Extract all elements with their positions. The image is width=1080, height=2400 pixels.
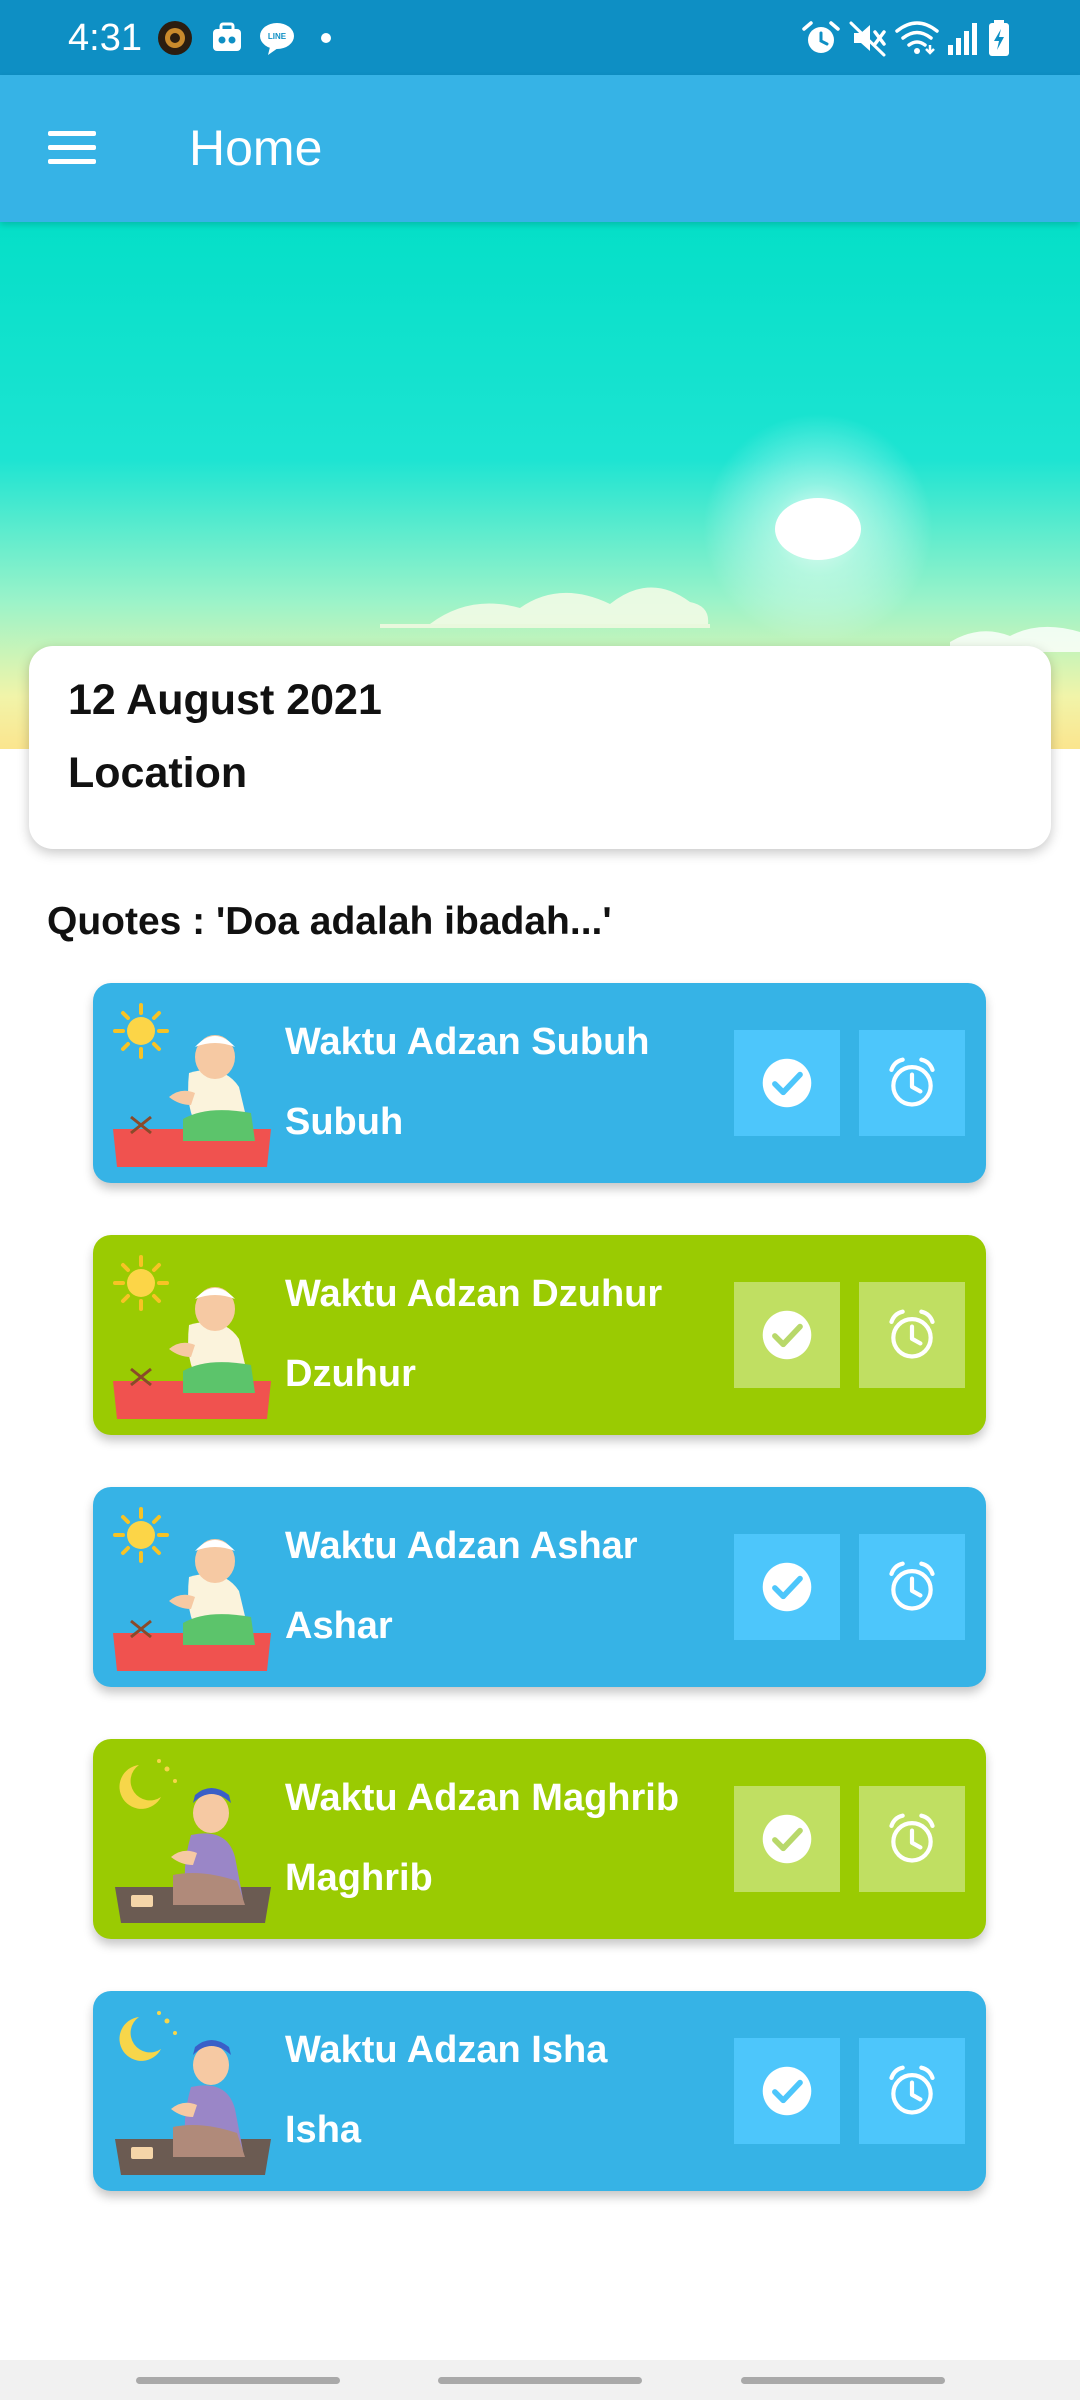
set-alarm-button[interactable]: [859, 1282, 965, 1388]
prayer-title: Waktu Adzan Isha: [285, 2029, 608, 2071]
mark-done-button[interactable]: [734, 2038, 840, 2144]
mark-done-button[interactable]: [734, 1786, 840, 1892]
camera-bag-icon: [213, 22, 241, 51]
day-prayer-icon: [111, 1001, 273, 1167]
alarm-clock-icon: [884, 1055, 940, 1111]
set-alarm-button[interactable]: [859, 2038, 965, 2144]
page-title: Home: [189, 120, 323, 176]
alarm-clock-icon: [884, 2063, 940, 2119]
nav-back-handle[interactable]: [741, 2377, 945, 2384]
wifi-icon: [895, 21, 939, 55]
location-label: Location: [68, 749, 248, 797]
prayer-card-isha[interactable]: Waktu Adzan Isha Isha: [93, 1991, 986, 2191]
prayer-title: Waktu Adzan Dzuhur: [285, 1273, 663, 1315]
prayer-name: Dzuhur: [285, 1353, 416, 1395]
current-date: 12 August 2021: [68, 676, 382, 724]
nav-recents-handle[interactable]: [136, 2377, 340, 2384]
prayer-name: Maghrib: [285, 1857, 433, 1899]
line-icon: LINE: [260, 23, 294, 55]
day-prayer-icon: [111, 1505, 273, 1671]
prayer-name: Subuh: [285, 1101, 404, 1143]
prayer-title: Waktu Adzan Maghrib: [285, 1777, 680, 1819]
set-alarm-button[interactable]: [859, 1786, 965, 1892]
mark-done-button[interactable]: [734, 1534, 840, 1640]
prayer-card-subuh[interactable]: Waktu Adzan Subuh Subuh: [93, 983, 986, 1183]
mark-done-button[interactable]: [734, 1282, 840, 1388]
check-circle-icon: [759, 1559, 815, 1615]
mute-icon: [849, 21, 886, 57]
night-prayer-icon: [111, 2009, 273, 2175]
dot-icon: [321, 33, 331, 43]
prayer-name: Ashar: [285, 1605, 393, 1647]
system-nav-bar: [0, 2360, 1080, 2400]
hamburger-menu-icon[interactable]: [46, 125, 98, 171]
alarm-clock-icon: [884, 1811, 940, 1867]
prayer-title: Waktu Adzan Subuh: [285, 1021, 650, 1063]
check-circle-icon: [759, 2063, 815, 2119]
set-alarm-button[interactable]: [859, 1030, 965, 1136]
quote-text: Quotes : 'Doa adalah ibadah...': [47, 900, 612, 943]
check-circle-icon: [759, 1307, 815, 1363]
svg-text:LINE: LINE: [268, 32, 287, 41]
prayer-name: Isha: [285, 2109, 362, 2151]
mark-done-button[interactable]: [734, 1030, 840, 1136]
alarm-clock-icon: [884, 1307, 940, 1363]
signal-icon: [948, 23, 977, 55]
alarm-icon: [802, 21, 840, 53]
check-circle-icon: [759, 1811, 815, 1867]
prayer-card-dzuhur[interactable]: Waktu Adzan Dzuhur Dzuhur: [93, 1235, 986, 1435]
app-logo-icon: [158, 21, 192, 55]
prayer-card-ashar[interactable]: Waktu Adzan Ashar Ashar: [93, 1487, 986, 1687]
status-time: 4:31: [68, 17, 142, 59]
nav-home-handle[interactable]: [438, 2377, 642, 2384]
date-location-card: 12 August 2021 Location: [29, 646, 1051, 849]
app-bar: Home: [0, 75, 1080, 222]
day-prayer-icon: [111, 1253, 273, 1419]
status-bar: 4:31 LINE: [0, 0, 1080, 75]
check-circle-icon: [759, 1055, 815, 1111]
prayer-title: Waktu Adzan Ashar: [285, 1525, 638, 1567]
set-alarm-button[interactable]: [859, 1534, 965, 1640]
alarm-clock-icon: [884, 1559, 940, 1615]
night-prayer-icon: [111, 1757, 273, 1923]
battery-charging-icon: [989, 20, 1009, 56]
prayer-card-maghrib[interactable]: Waktu Adzan Maghrib Maghrib: [93, 1739, 986, 1939]
